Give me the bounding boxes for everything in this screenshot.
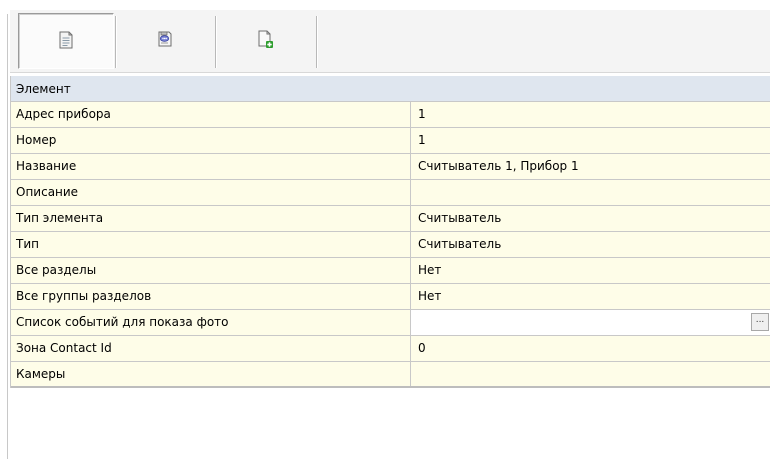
device-comment-button[interactable] xyxy=(118,13,212,67)
category-header[interactable]: Элемент xyxy=(11,76,770,102)
property-value[interactable]: 0 xyxy=(411,336,770,361)
property-name: Зона Contact Id xyxy=(11,336,411,361)
property-value[interactable]: Считыватель xyxy=(411,206,770,231)
add-document-button[interactable] xyxy=(218,13,312,67)
property-name: Все разделы xyxy=(11,258,411,283)
property-row-photo-events[interactable]: Список событий для показа фото ... xyxy=(11,310,770,336)
property-value[interactable]: Считыватель 1, Прибор 1 xyxy=(411,154,770,179)
property-row-name[interactable]: Название Считыватель 1, Прибор 1 xyxy=(11,154,770,180)
property-name: Тип элемента xyxy=(11,206,411,231)
property-value[interactable] xyxy=(411,180,770,205)
category-label: Элемент xyxy=(16,82,71,96)
property-name: Список событий для показа фото xyxy=(11,310,411,335)
ellipsis-button[interactable]: ... xyxy=(751,313,769,331)
property-grid: Элемент Адрес прибора 1 Номер 1 Название… xyxy=(10,76,770,388)
property-value[interactable]: Нет xyxy=(411,284,770,309)
property-panel: Элемент Адрес прибора 1 Номер 1 Название… xyxy=(10,0,770,459)
property-value[interactable] xyxy=(411,362,770,386)
toolbar-separator xyxy=(316,16,318,68)
toolbar xyxy=(10,10,770,73)
property-row-device-address[interactable]: Адрес прибора 1 xyxy=(11,102,770,128)
toolbar-separator xyxy=(115,16,117,68)
property-row-all-section-groups[interactable]: Все группы разделов Нет xyxy=(11,284,770,310)
property-row-type[interactable]: Тип Считыватель xyxy=(11,232,770,258)
property-name: Адрес прибора xyxy=(11,102,411,127)
property-value[interactable]: Считыватель xyxy=(411,232,770,257)
property-name: Все группы разделов xyxy=(11,284,411,309)
property-row-description[interactable]: Описание xyxy=(11,180,770,206)
property-value-editor[interactable]: ... xyxy=(411,310,770,335)
property-row-contact-id-zone[interactable]: Зона Contact Id 0 xyxy=(11,336,770,362)
device-comment-icon xyxy=(156,30,174,51)
property-row-cameras[interactable]: Камеры xyxy=(11,362,770,388)
toolbar-separator xyxy=(215,16,217,68)
add-document-icon xyxy=(256,30,274,51)
properties-button[interactable] xyxy=(18,13,114,69)
property-value[interactable]: 1 xyxy=(411,102,770,127)
property-row-number[interactable]: Номер 1 xyxy=(11,128,770,154)
property-name: Тип xyxy=(11,232,411,257)
panel-edge xyxy=(7,14,8,459)
property-name: Камеры xyxy=(11,362,411,386)
property-name: Название xyxy=(11,154,411,179)
property-row-element-type[interactable]: Тип элемента Считыватель xyxy=(11,206,770,232)
property-value[interactable]: 1 xyxy=(411,128,770,153)
properties-icon xyxy=(58,31,74,52)
property-name: Номер xyxy=(11,128,411,153)
property-row-all-sections[interactable]: Все разделы Нет xyxy=(11,258,770,284)
property-name: Описание xyxy=(11,180,411,205)
property-value[interactable]: Нет xyxy=(411,258,770,283)
